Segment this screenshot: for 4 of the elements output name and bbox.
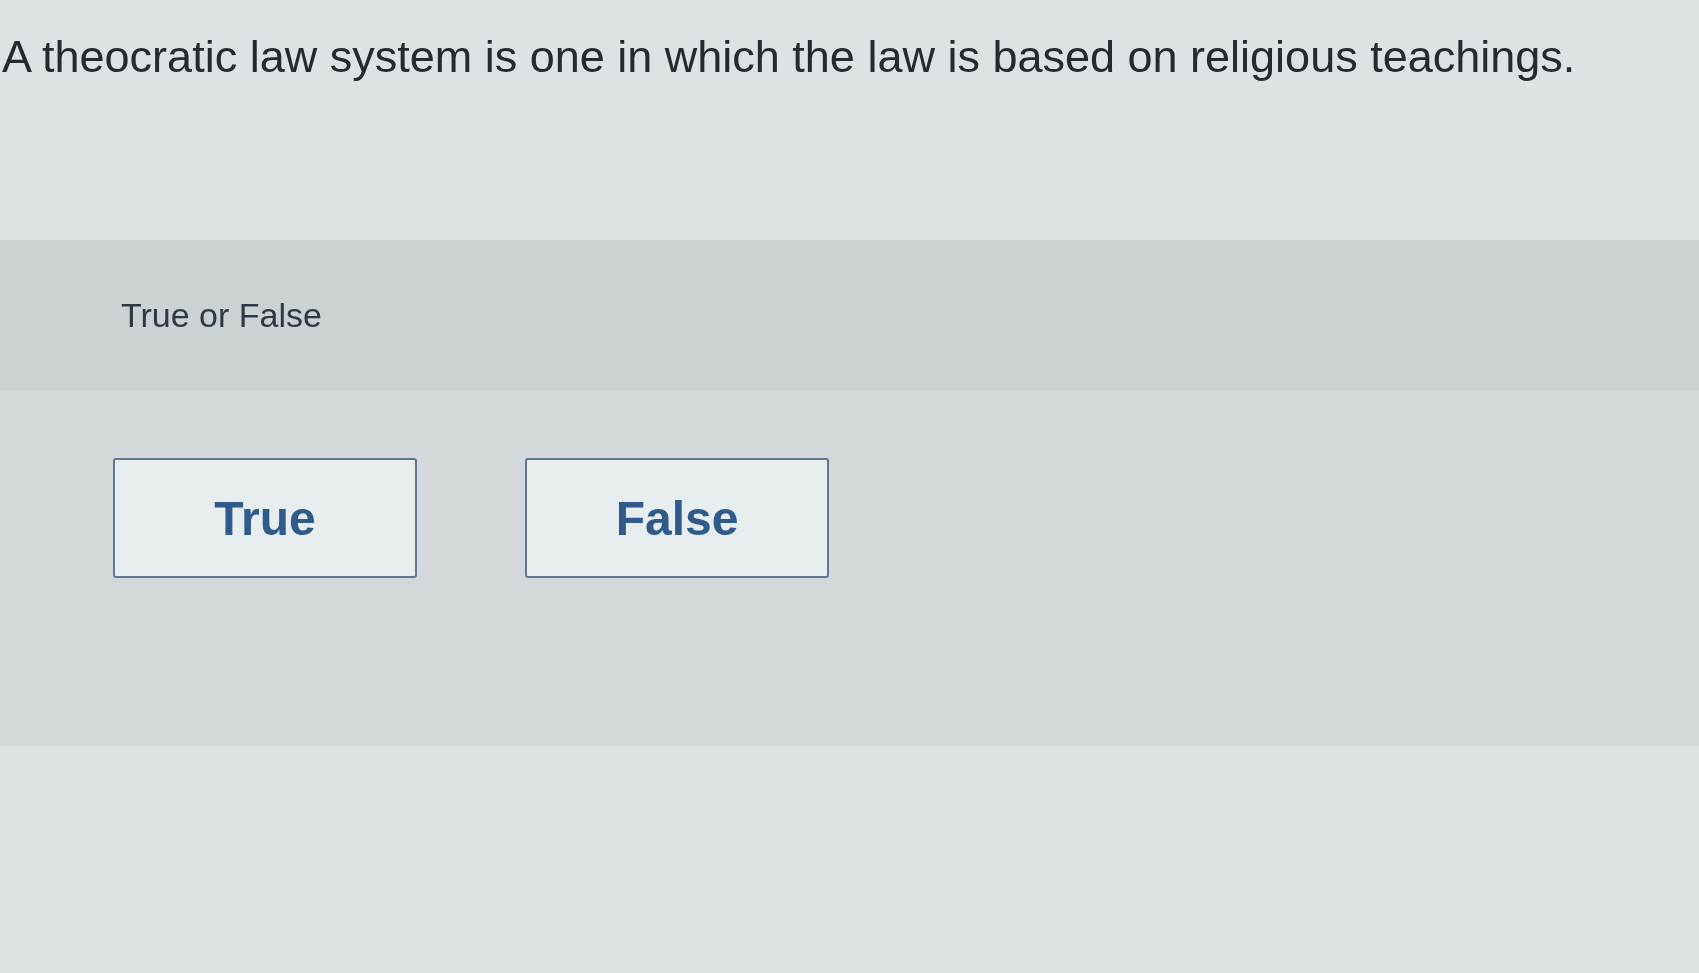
- prompt-label: True or False: [121, 295, 322, 335]
- answer-option-button[interactable]: True: [113, 458, 417, 578]
- question-text: A theocratic law system is one in which the law is based on religious teachings.: [1, 30, 1577, 84]
- answer-option-button[interactable]: False: [525, 458, 829, 578]
